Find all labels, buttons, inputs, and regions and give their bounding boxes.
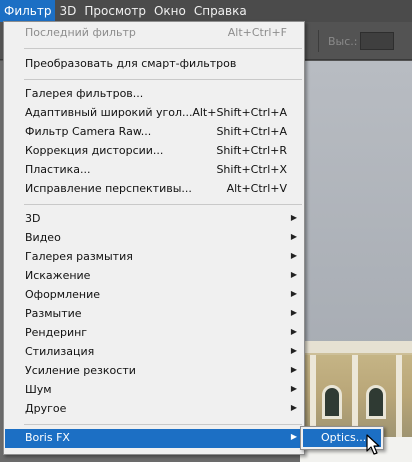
menu-item-boris-fx[interactable]: Boris FX ▶ (5, 429, 303, 448)
menu-item-shortcut: Shift+Ctrl+X (216, 163, 287, 176)
menu-divider (24, 204, 302, 205)
menu-help[interactable]: Справка (190, 0, 251, 22)
building-window (322, 385, 342, 419)
menu-divider (24, 79, 302, 80)
menu-window[interactable]: Окно (150, 0, 190, 22)
menu-item-label: Исправление перспективы... (25, 182, 192, 195)
menu-item-shortcut: Alt+Shift+Ctrl+A (192, 106, 287, 119)
menu-item-sharpen[interactable]: Усиление резкости ▶ (5, 362, 303, 381)
menu-item-label: Галерея размытия (25, 250, 133, 263)
submenu-arrow-icon: ▶ (290, 327, 297, 336)
menu-item-shortcut: Alt+Ctrl+V (226, 182, 287, 195)
menu-item-blur-gallery[interactable]: Галерея размытия ▶ (5, 248, 303, 267)
menu-item-3d[interactable]: 3D ▶ (5, 210, 303, 229)
menu-item-stylize[interactable]: Стилизация ▶ (5, 343, 303, 362)
submenu-arrow-icon: ▶ (290, 365, 297, 374)
menu-item-label: Усиление резкости (25, 364, 136, 377)
menu-item-label: Фильтр Camera Raw... (25, 125, 152, 138)
menu-item-label: Шум (25, 383, 52, 396)
menu-item-label: Размытие (25, 307, 82, 320)
menu-item-label: Пластика... (25, 163, 91, 176)
menu-item-render[interactable]: Рендеринг ▶ (5, 324, 303, 343)
menu-item-label: Стилизация (25, 345, 95, 358)
submenu-arrow-icon: ▶ (290, 213, 297, 222)
menu-item-blur[interactable]: Размытие ▶ (5, 305, 303, 324)
menu-item-pixelate[interactable]: Оформление ▶ (5, 286, 303, 305)
submenu-arrow-icon: ▶ (290, 251, 297, 260)
menu-item-shortcut: Alt+Ctrl+F (227, 26, 287, 39)
submenu-arrow-icon: ▶ (290, 270, 297, 279)
filter-menu: Последний фильтр Alt+Ctrl+F Преобразоват… (3, 21, 305, 455)
menu-item-label: Коррекция дисторсии... (25, 144, 164, 157)
menu-item-shortcut: Shift+Ctrl+A (216, 125, 287, 138)
photo-sky (300, 61, 412, 351)
menu-item-label: Видео (25, 231, 61, 244)
menu-bar: Фильтр 3D Просмотр Окно Справка (0, 0, 412, 22)
menu-item-noise[interactable]: Шум ▶ (5, 381, 303, 400)
menu-item-camera-raw[interactable]: Фильтр Camera Raw... Shift+Ctrl+A (5, 123, 303, 142)
submenu-arrow-icon: ▶ (290, 403, 297, 412)
submenu-arrow-icon: ▶ (290, 289, 297, 298)
building-cornice (300, 341, 412, 355)
menu-item-last-filter[interactable]: Последний фильтр Alt+Ctrl+F (5, 24, 303, 43)
menu-item-label: Boris FX (25, 431, 70, 444)
submenu-arrow-icon: ▶ (290, 308, 297, 317)
submenu-arrow-icon: ▶ (290, 384, 297, 393)
height-label: Выс.: (328, 35, 358, 48)
menu-divider (24, 48, 302, 49)
menu-item-label: Оформление (25, 288, 100, 301)
menu-item-label: Optics... (321, 431, 367, 444)
menu-item-label: Адаптивный широкий угол... (25, 106, 193, 119)
menu-3d[interactable]: 3D (55, 0, 80, 22)
menu-item-adaptive-wide-angle[interactable]: Адаптивный широкий угол... Alt+Shift+Ctr… (5, 104, 303, 123)
menu-divider (24, 424, 302, 425)
menu-view[interactable]: Просмотр (80, 0, 150, 22)
menu-item-label: Другое (25, 402, 67, 415)
submenu-arrow-icon: ▶ (290, 232, 297, 241)
mouse-pointer-icon (366, 434, 380, 455)
menu-item-vanishing-point[interactable]: Исправление перспективы... Alt+Ctrl+V (5, 180, 303, 199)
menu-item-label: Преобразовать для смарт-фильтров (25, 57, 237, 70)
building-window (366, 385, 386, 419)
options-divider (318, 30, 319, 52)
menu-item-liquify[interactable]: Пластика... Shift+Ctrl+X (5, 161, 303, 180)
menu-item-other[interactable]: Другое ▶ (5, 400, 303, 419)
menu-filter[interactable]: Фильтр (0, 0, 56, 22)
menu-item-lens-correction[interactable]: Коррекция дисторсии... Shift+Ctrl+R (5, 142, 303, 161)
height-input[interactable] (360, 32, 394, 50)
submenu-arrow-icon: ▶ (290, 346, 297, 355)
menu-item-label: Галерея фильтров... (25, 87, 144, 100)
menu-item-shortcut: Shift+Ctrl+R (216, 144, 287, 157)
menu-item-distort[interactable]: Искажение ▶ (5, 267, 303, 286)
menu-item-label: Рендеринг (25, 326, 88, 339)
menu-item-smart-filters[interactable]: Преобразовать для смарт-фильтров (5, 55, 303, 74)
menu-item-label: 3D (25, 212, 41, 225)
menu-item-label: Последний фильтр (25, 26, 136, 39)
menu-item-video[interactable]: Видео ▶ (5, 229, 303, 248)
menu-item-filter-gallery[interactable]: Галерея фильтров... (5, 85, 303, 104)
menu-item-label: Искажение (25, 269, 91, 282)
submenu-arrow-icon: ▶ (290, 432, 297, 441)
